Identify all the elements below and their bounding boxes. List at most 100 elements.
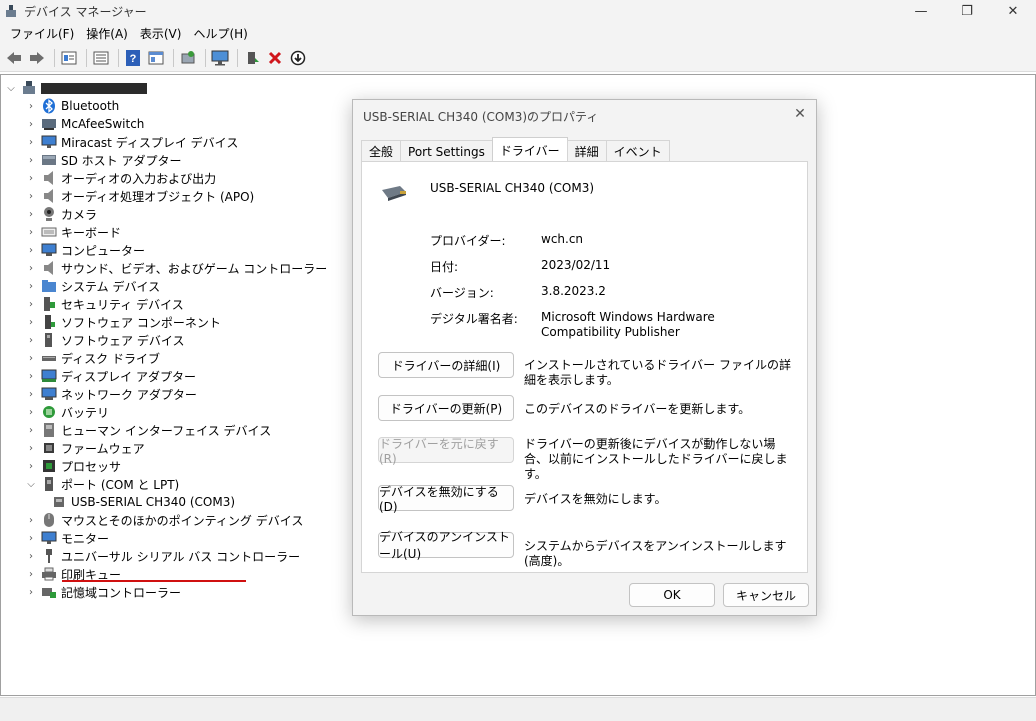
rollback-driver-button[interactable]: ドライバーを元に戻す(R) bbox=[378, 437, 514, 466]
help-icon[interactable]: ? bbox=[123, 48, 143, 68]
chevron-right-icon[interactable]: › bbox=[25, 97, 37, 115]
tree-category[interactable]: ⌵ ポート (COM と LPT) bbox=[25, 475, 179, 493]
back-arrow-icon[interactable] bbox=[4, 48, 24, 68]
tree-category[interactable]: › ソフトウェア デバイス bbox=[25, 331, 184, 349]
monitor-icon[interactable] bbox=[210, 48, 230, 68]
chevron-right-icon[interactable]: › bbox=[25, 151, 37, 169]
tree-category[interactable]: › Miracast ディスプレイ デバイス bbox=[25, 133, 238, 151]
scan-icon[interactable] bbox=[178, 48, 198, 68]
update-driver-icon[interactable] bbox=[242, 48, 262, 68]
sd-card-icon bbox=[41, 152, 57, 168]
tree-category[interactable]: › 記憶域コントローラー bbox=[25, 583, 181, 601]
chevron-right-icon[interactable]: › bbox=[25, 115, 37, 133]
serial-port-device-icon bbox=[382, 186, 406, 201]
chevron-right-icon[interactable]: › bbox=[25, 313, 37, 331]
properties-icon[interactable] bbox=[59, 48, 79, 68]
chevron-right-icon[interactable]: › bbox=[25, 133, 37, 151]
chevron-right-icon[interactable]: › bbox=[25, 511, 37, 529]
tree-item-label: 記憶域コントローラー bbox=[61, 585, 182, 600]
chevron-right-icon[interactable]: › bbox=[25, 457, 37, 475]
tree-category[interactable]: › モニター bbox=[25, 529, 109, 547]
view-icon[interactable] bbox=[146, 48, 166, 68]
chevron-right-icon[interactable]: › bbox=[25, 223, 37, 241]
tree-category[interactable]: › キーボード bbox=[25, 223, 121, 241]
chevron-right-icon[interactable]: › bbox=[25, 367, 37, 385]
software-device-icon bbox=[41, 332, 57, 348]
tab-driver[interactable]: ドライバー bbox=[491, 137, 568, 162]
chevron-down-icon[interactable]: ⌵ bbox=[5, 79, 17, 97]
tree-category[interactable]: › マウスとそのほかのポインティング デバイス bbox=[25, 511, 303, 529]
menu-action[interactable]: 操作(A) bbox=[80, 25, 134, 42]
menu-view[interactable]: 表示(V) bbox=[134, 25, 188, 42]
tree-category[interactable]: › プロセッサ bbox=[25, 457, 121, 475]
tab-events[interactable]: イベント bbox=[605, 140, 670, 162]
list-icon[interactable] bbox=[91, 48, 111, 68]
chevron-right-icon[interactable]: › bbox=[25, 187, 37, 205]
device-name: USB-SERIAL CH340 (COM3) bbox=[430, 181, 595, 195]
chevron-right-icon[interactable]: › bbox=[25, 565, 37, 583]
chevron-right-icon[interactable]: › bbox=[25, 277, 37, 295]
tree-category[interactable]: › サウンド、ビデオ、およびゲーム コントローラー bbox=[25, 259, 327, 277]
tree-item-label: マウスとそのほかのポインティング デバイス bbox=[61, 513, 304, 528]
tree-category[interactable]: › オーディオの入力および出力 bbox=[25, 169, 216, 187]
tree-item-label: セキュリティ デバイス bbox=[61, 297, 184, 312]
menu-help[interactable]: ヘルプ(H) bbox=[187, 25, 253, 42]
tree-category[interactable]: › ユニバーサル シリアル バス コントローラー bbox=[25, 547, 300, 565]
chevron-right-icon[interactable]: › bbox=[25, 439, 37, 457]
tree-category[interactable]: › ファームウェア bbox=[25, 439, 145, 457]
tree-category[interactable]: › カメラ bbox=[25, 205, 97, 223]
maximize-button[interactable]: ❐ bbox=[944, 0, 990, 22]
date-value: 2023/02/11 bbox=[541, 258, 611, 272]
tree-category[interactable]: › セキュリティ デバイス bbox=[25, 295, 184, 313]
tab-details[interactable]: 詳細 bbox=[566, 140, 607, 162]
uninstall-icon[interactable] bbox=[265, 48, 285, 68]
tree-category[interactable]: › ディスク ドライブ bbox=[25, 349, 160, 367]
update-driver-button[interactable]: ドライバーの更新(P) bbox=[378, 395, 514, 421]
dialog-close-icon[interactable]: ✕ bbox=[792, 106, 808, 122]
chevron-right-icon[interactable]: › bbox=[25, 331, 37, 349]
driver-details-button[interactable]: ドライバーの詳細(I) bbox=[378, 352, 514, 378]
chevron-right-icon[interactable]: › bbox=[25, 421, 37, 439]
close-window-button[interactable]: ✕ bbox=[990, 0, 1036, 22]
tree-category[interactable]: › コンピューター bbox=[25, 241, 145, 259]
tree-category[interactable]: › システム デバイス bbox=[25, 277, 160, 295]
tree-root[interactable]: ⌵ bbox=[5, 79, 147, 97]
tree-item-label: ネットワーク アダプター bbox=[61, 387, 197, 402]
chevron-right-icon[interactable]: › bbox=[25, 169, 37, 187]
tree-category[interactable]: › Bluetooth bbox=[25, 97, 119, 115]
chevron-down-icon[interactable]: ⌵ bbox=[25, 475, 37, 493]
chevron-right-icon[interactable]: › bbox=[25, 205, 37, 223]
tab-port-settings[interactable]: Port Settings bbox=[400, 140, 493, 162]
chevron-right-icon[interactable]: › bbox=[25, 385, 37, 403]
forward-arrow-icon[interactable] bbox=[27, 48, 47, 68]
tree-category[interactable]: › SD ホスト アダプター bbox=[25, 151, 182, 169]
keyboard-icon bbox=[41, 224, 57, 240]
toolbar-separator bbox=[237, 48, 238, 67]
uninstall-device-button[interactable]: デバイスのアンインストール(U) bbox=[378, 530, 514, 561]
chevron-right-icon[interactable]: › bbox=[25, 403, 37, 421]
minimize-button[interactable]: — bbox=[898, 0, 944, 22]
tree-category[interactable]: › ヒューマン インターフェイス デバイス bbox=[25, 421, 271, 439]
chevron-right-icon[interactable]: › bbox=[25, 295, 37, 313]
chevron-right-icon[interactable]: › bbox=[25, 529, 37, 547]
tree-child-item[interactable]: USB-SERIAL CH340 (COM3) bbox=[47, 493, 235, 511]
tab-general[interactable]: 全般 bbox=[361, 140, 402, 162]
tree-category[interactable]: › オーディオ処理オブジェクト (APO) bbox=[25, 187, 254, 205]
tree-category[interactable]: › ネットワーク アダプター bbox=[25, 385, 197, 403]
menu-file[interactable]: ファイル(F) bbox=[4, 25, 80, 42]
tree-category[interactable]: › バッテリ bbox=[25, 403, 109, 421]
ok-button[interactable]: OK bbox=[629, 583, 715, 607]
disable-device-button[interactable]: デバイスを無効にする(D) bbox=[378, 485, 514, 514]
tree-category[interactable]: › McAfeeSwitch bbox=[25, 115, 144, 133]
chevron-right-icon[interactable]: › bbox=[25, 349, 37, 367]
tree-category[interactable]: › ディスプレイ アダプター bbox=[25, 367, 196, 385]
chevron-right-icon[interactable]: › bbox=[25, 547, 37, 565]
dialog-title: USB-SERIAL CH340 (COM3)のプロパティ bbox=[363, 110, 599, 124]
uninstall-device-desc: システムからデバイスをアンインストールします (高度)。 bbox=[524, 539, 787, 568]
chevron-right-icon[interactable]: › bbox=[25, 583, 37, 601]
chevron-right-icon[interactable]: › bbox=[25, 259, 37, 277]
chevron-right-icon[interactable]: › bbox=[25, 241, 37, 259]
cancel-button[interactable]: キャンセル bbox=[723, 583, 809, 607]
tree-category[interactable]: › ソフトウェア コンポーネント bbox=[25, 313, 221, 331]
download-icon[interactable] bbox=[288, 48, 308, 68]
